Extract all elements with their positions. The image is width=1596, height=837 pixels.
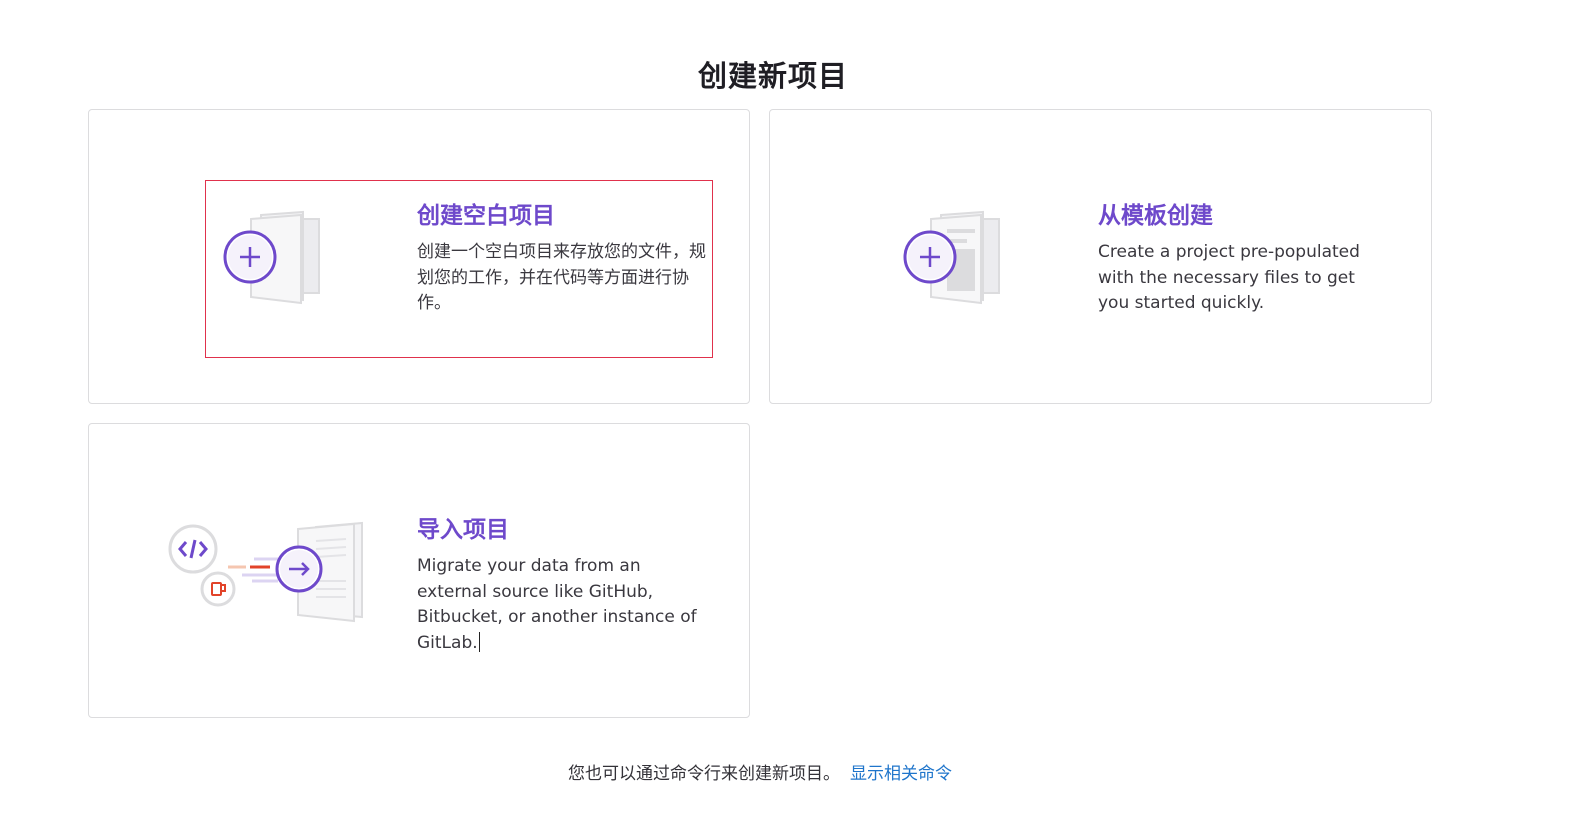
blank-project-title[interactable]: 创建空白项目 [417, 202, 707, 230]
import-project-description-text: Migrate your data from an external sourc… [417, 556, 697, 653]
cli-hint-text: 您也可以通过命令行来创建新项目。 [568, 764, 840, 784]
import-project-title[interactable]: 导入项目 [417, 516, 707, 544]
blank-project-description: 创建一个空白项目来存放您的文件，规划您的工作，并在代码等方面进行协作。 [417, 242, 706, 313]
import-project-illustration [168, 521, 363, 623]
cli-hint: 您也可以通过命令行来创建新项目。 显示相关命令 [0, 759, 1520, 784]
import-project-card[interactable]: 导入项目 Migrate your data from an external … [88, 423, 750, 718]
page-title: 创建新项目 [697, 59, 848, 94]
text-caret [478, 631, 480, 652]
blank-project-illustration [223, 210, 320, 305]
blank-project-card[interactable]: 创建空白项目 创建一个空白项目来存放您的文件，规划您的工作，并在代码等方面进行协… [88, 109, 750, 404]
template-project-illustration [903, 210, 1000, 305]
template-project-card[interactable]: 从模板创建 Create a project pre-populated wit… [769, 109, 1432, 404]
import-project-description: Migrate your data from an external sourc… [417, 554, 707, 656]
template-project-description: Create a project pre-populated with the … [1098, 242, 1360, 313]
show-commands-link[interactable]: 显示相关命令 [850, 764, 952, 784]
template-project-title[interactable]: 从模板创建 [1098, 202, 1388, 230]
